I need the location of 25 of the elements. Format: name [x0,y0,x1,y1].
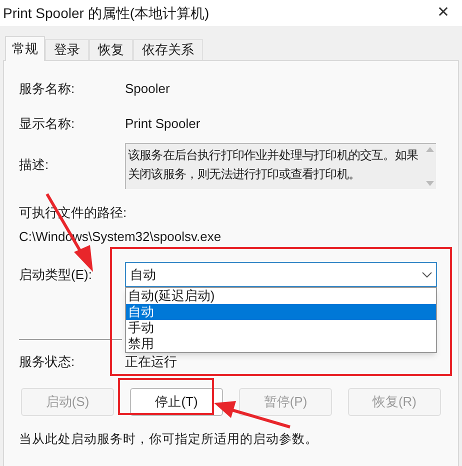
field-label: 描述: [19,156,50,174]
dropdown-option[interactable]: 自动 [126,304,436,320]
field-label: 启动类型(E): [19,266,93,284]
hint-text: 当从此处启动服务时，你可指定所适用的启动参数。 [19,430,319,448]
scroll-down-icon[interactable] [426,181,434,186]
description-box[interactable]: 该服务在后台执行打印作业并处理与打印机的交互。如果关闭该服务，则无法进行打印或查看打印机。 [125,143,436,189]
tab[interactable]: 常规 [5,36,45,61]
tab[interactable]: 依存关系 [133,39,203,60]
dropdown-option[interactable]: 手动 [126,320,436,336]
field-value: Spooler [125,80,170,98]
tab[interactable]: 恢复 [89,39,133,60]
scroll-up-icon[interactable] [426,147,434,152]
field-value: Print Spooler [125,114,200,133]
dropdown-option[interactable]: 禁用 [126,336,436,352]
chevron-down-icon [422,272,432,278]
field-label: 服务名称: [19,80,76,98]
field-label: 显示名称: [19,114,76,132]
tab[interactable]: 登录 [45,39,89,60]
field-label: 服务状态: [19,353,76,371]
startup-type-dropdown[interactable]: 自动 [125,262,437,287]
field-value: 正在运行 [125,353,177,371]
service-button[interactable]: 停止(T) [130,388,223,416]
window-title: Print Spooler 的属性(本地计算机) [3,4,210,23]
close-button[interactable]: ✕ [433,2,454,24]
dropdown-option[interactable]: 自动(延迟启动) [126,288,436,304]
